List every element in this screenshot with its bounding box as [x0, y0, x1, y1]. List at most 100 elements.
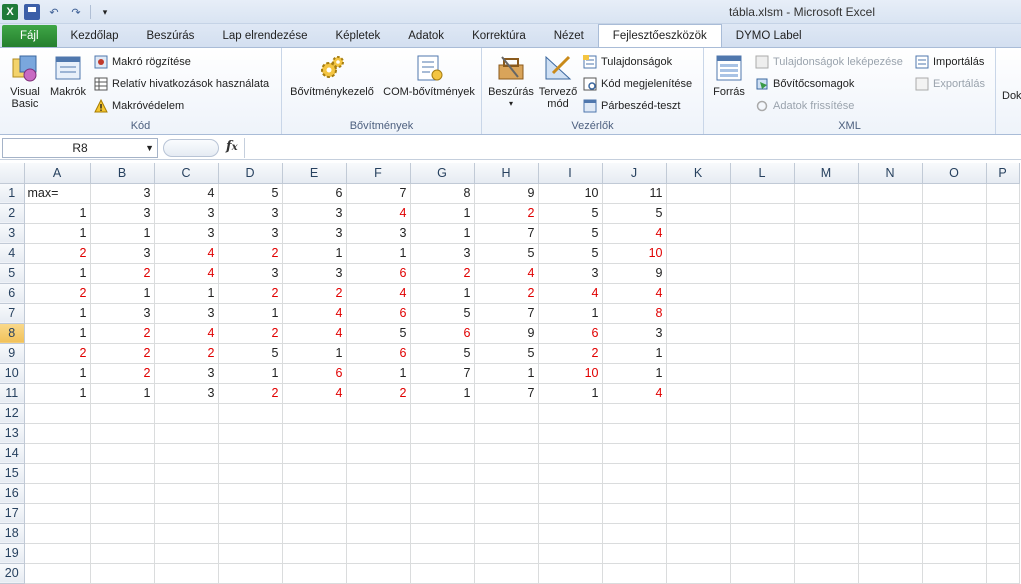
cell-B7[interactable]: 3 — [90, 303, 155, 324]
relative-references-button[interactable]: Relatív hivatkozások használata — [93, 75, 269, 93]
cell-J19[interactable] — [602, 543, 667, 564]
cell-A17[interactable] — [24, 503, 91, 524]
cell-F3[interactable]: 3 — [346, 223, 411, 244]
tab-dymo-label[interactable]: DYMO Label — [722, 25, 816, 47]
cell-A2[interactable]: 1 — [24, 203, 91, 224]
macro-security-button[interactable]: Makróvédelem — [93, 97, 184, 115]
cell-M4[interactable] — [794, 243, 859, 264]
cell-E7[interactable]: 4 — [282, 303, 347, 324]
refresh-data-button[interactable]: Adatok frissítése — [754, 97, 854, 115]
com-addins-button[interactable]: COM-bővítmények — [380, 52, 478, 98]
row-header[interactable]: 3 — [0, 223, 25, 244]
cell-K20[interactable] — [666, 563, 731, 584]
expansion-packs-button[interactable]: Bővítőcsomagok — [754, 75, 854, 93]
cell-D1[interactable]: 5 — [218, 183, 283, 204]
cell-L12[interactable] — [730, 403, 795, 424]
cell-G2[interactable]: 1 — [410, 203, 475, 224]
cell-K14[interactable] — [666, 443, 731, 464]
cell-A10[interactable]: 1 — [24, 363, 91, 384]
cell-K17[interactable] — [666, 503, 731, 524]
cell-L3[interactable] — [730, 223, 795, 244]
cell-G20[interactable] — [410, 563, 475, 584]
cell-F15[interactable] — [346, 463, 411, 484]
cell-J3[interactable]: 4 — [602, 223, 667, 244]
cell-O19[interactable] — [922, 543, 987, 564]
cell-K16[interactable] — [666, 483, 731, 504]
cell-L20[interactable] — [730, 563, 795, 584]
cell-L13[interactable] — [730, 423, 795, 444]
cell-A1[interactable]: max= — [24, 183, 91, 204]
cell-L5[interactable] — [730, 263, 795, 284]
cell-O12[interactable] — [922, 403, 987, 424]
cell-C17[interactable] — [154, 503, 219, 524]
cell-D8[interactable]: 2 — [218, 323, 283, 344]
cell-J12[interactable] — [602, 403, 667, 424]
cell-M20[interactable] — [794, 563, 859, 584]
cell-E8[interactable]: 4 — [282, 323, 347, 344]
cell-F13[interactable] — [346, 423, 411, 444]
cell-C19[interactable] — [154, 543, 219, 564]
cell-P6[interactable] — [986, 283, 1020, 304]
cell-C11[interactable]: 3 — [154, 383, 219, 404]
cell-O13[interactable] — [922, 423, 987, 444]
cell-M11[interactable] — [794, 383, 859, 404]
cell-H20[interactable] — [474, 563, 539, 584]
cell-D10[interactable]: 1 — [218, 363, 283, 384]
row-header[interactable]: 9 — [0, 343, 25, 364]
cell-N18[interactable] — [858, 523, 923, 544]
record-macro-button[interactable]: Makró rögzítése — [93, 53, 191, 71]
cell-C2[interactable]: 3 — [154, 203, 219, 224]
column-header-L[interactable]: L — [730, 163, 795, 184]
cell-I17[interactable] — [538, 503, 603, 524]
visual-basic-button[interactable]: Visual Basic — [4, 52, 46, 110]
cell-A6[interactable]: 2 — [24, 283, 91, 304]
cell-P5[interactable] — [986, 263, 1020, 284]
cell-D17[interactable] — [218, 503, 283, 524]
cell-P7[interactable] — [986, 303, 1020, 324]
cell-A4[interactable]: 2 — [24, 243, 91, 264]
cell-O10[interactable] — [922, 363, 987, 384]
column-header-K[interactable]: K — [666, 163, 731, 184]
cell-N10[interactable] — [858, 363, 923, 384]
cell-P12[interactable] — [986, 403, 1020, 424]
cell-K5[interactable] — [666, 263, 731, 284]
cell-J13[interactable] — [602, 423, 667, 444]
tab-formulas[interactable]: Képletek — [321, 25, 394, 47]
cell-A3[interactable]: 1 — [24, 223, 91, 244]
cell-P20[interactable] — [986, 563, 1020, 584]
cell-A5[interactable]: 1 — [24, 263, 91, 284]
cell-M1[interactable] — [794, 183, 859, 204]
cell-E11[interactable]: 4 — [282, 383, 347, 404]
tab-file[interactable]: Fájl — [2, 25, 57, 47]
cell-I20[interactable] — [538, 563, 603, 584]
cell-N17[interactable] — [858, 503, 923, 524]
cell-B2[interactable]: 3 — [90, 203, 155, 224]
cell-M8[interactable] — [794, 323, 859, 344]
cell-E12[interactable] — [282, 403, 347, 424]
cell-M5[interactable] — [794, 263, 859, 284]
cell-H14[interactable] — [474, 443, 539, 464]
cell-A15[interactable] — [24, 463, 91, 484]
cell-P1[interactable] — [986, 183, 1020, 204]
cell-N13[interactable] — [858, 423, 923, 444]
cell-J10[interactable]: 1 — [602, 363, 667, 384]
cell-B17[interactable] — [90, 503, 155, 524]
column-header-D[interactable]: D — [218, 163, 283, 184]
cell-I11[interactable]: 1 — [538, 383, 603, 404]
name-box[interactable]: R8 ▼ — [2, 138, 158, 158]
column-header-N[interactable]: N — [858, 163, 923, 184]
cell-L16[interactable] — [730, 483, 795, 504]
cell-B19[interactable] — [90, 543, 155, 564]
tab-data[interactable]: Adatok — [394, 25, 458, 47]
cell-K3[interactable] — [666, 223, 731, 244]
cell-O5[interactable] — [922, 263, 987, 284]
document-panel-label[interactable]: Dok — [1002, 90, 1021, 102]
cell-I7[interactable]: 1 — [538, 303, 603, 324]
cell-C4[interactable]: 4 — [154, 243, 219, 264]
cell-G14[interactable] — [410, 443, 475, 464]
cell-F1[interactable]: 7 — [346, 183, 411, 204]
cell-E2[interactable]: 3 — [282, 203, 347, 224]
cell-F19[interactable] — [346, 543, 411, 564]
row-header[interactable]: 12 — [0, 403, 25, 424]
cell-B15[interactable] — [90, 463, 155, 484]
